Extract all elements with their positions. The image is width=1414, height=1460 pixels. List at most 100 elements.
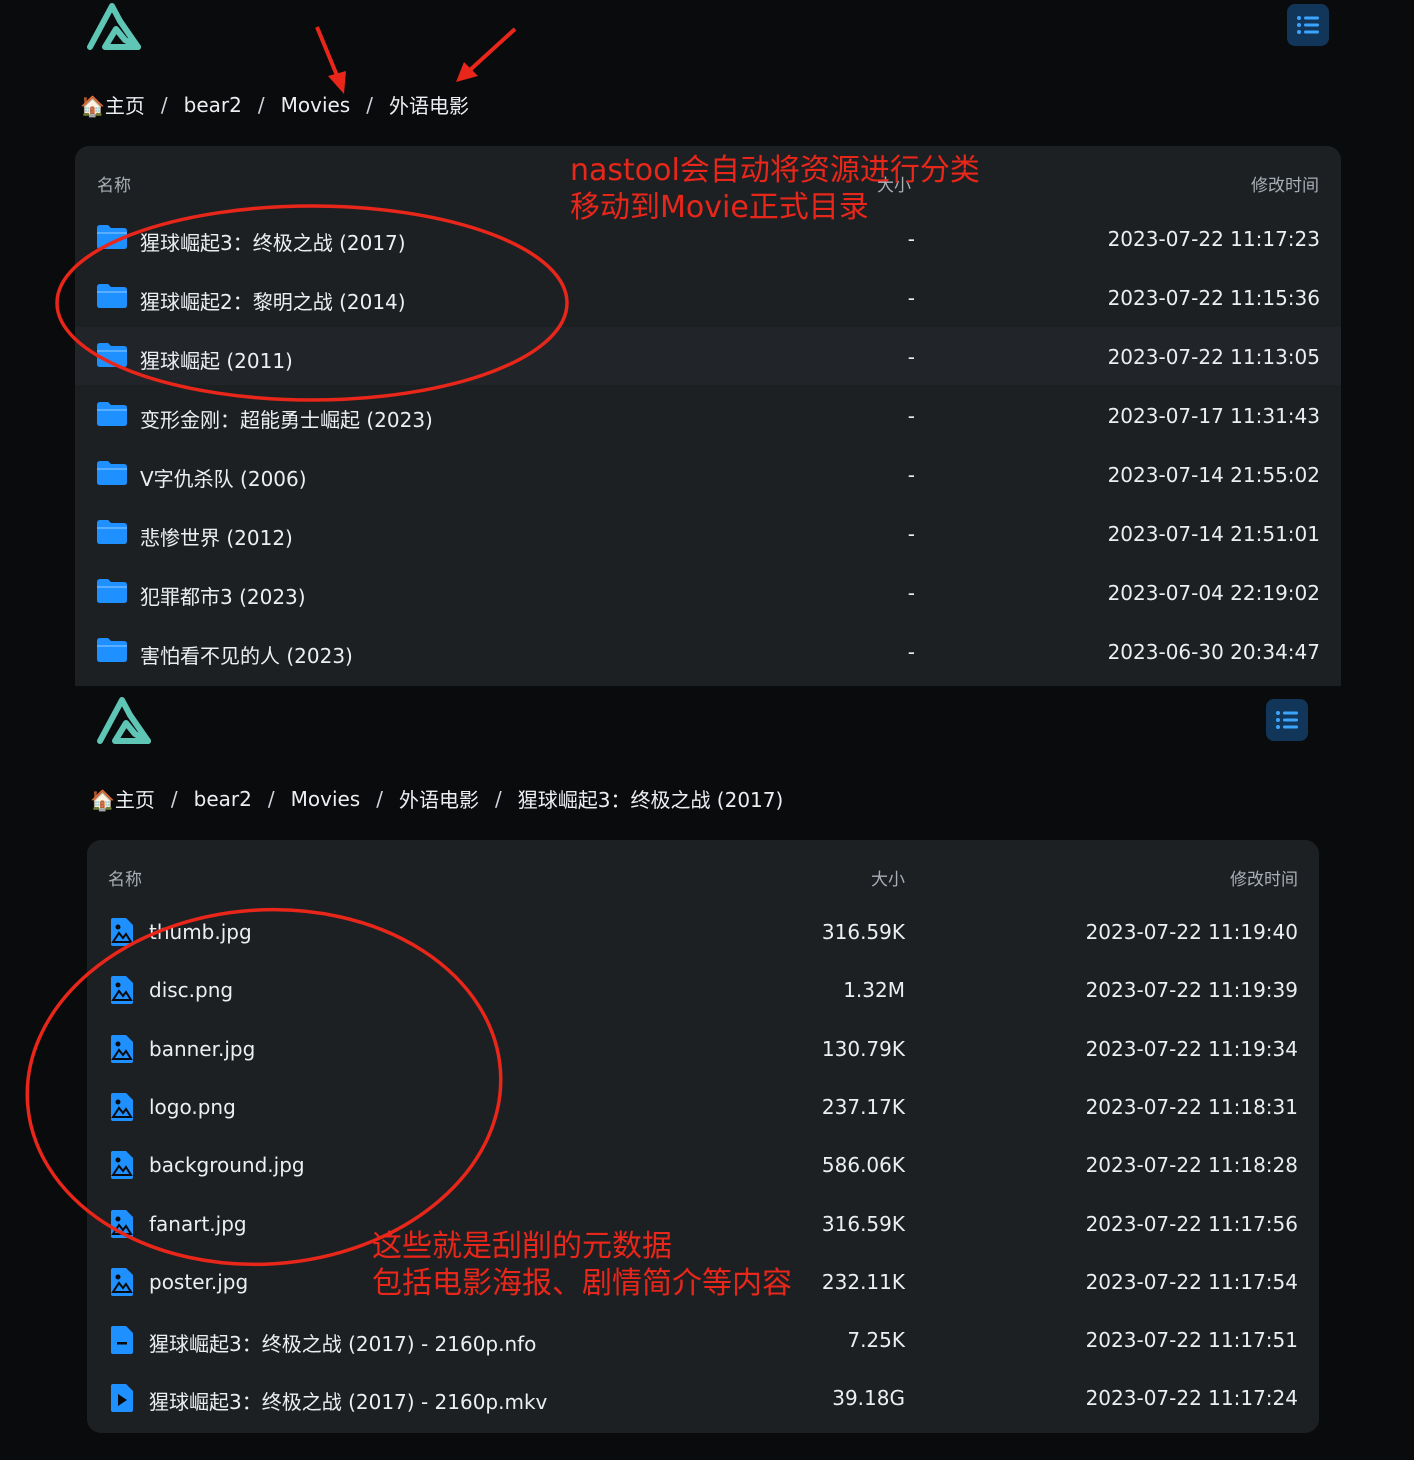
file-name[interactable]: 变形金刚：超能勇士崛起 (2023) — [140, 404, 433, 433]
modified-time: 2023-07-14 21:55:02 — [1107, 463, 1320, 487]
table-row[interactable]: background.jpg 586.06K 2023-07-22 11:18:28 — [87, 1135, 1319, 1193]
table-row[interactable]: 害怕看不见的人 (2023) - 2023-06-30 20:34:47 — [75, 622, 1341, 680]
breadcrumb-bear2[interactable]: bear2 — [194, 787, 252, 811]
image-file-icon — [109, 1034, 135, 1068]
table-row[interactable]: 悲惨世界 (2012) - 2023-07-14 21:51:01 — [75, 504, 1341, 562]
modified-time: 2023-07-22 11:17:24 — [1085, 1386, 1298, 1411]
breadcrumb-current-folder[interactable]: 猩球崛起3：终极之战 (2017) — [518, 784, 784, 813]
file-size: - — [907, 227, 915, 251]
file-name[interactable]: thumb.jpg — [149, 920, 252, 944]
breadcrumb-foreign-movies[interactable]: 外语电影 — [399, 784, 479, 813]
modified-time: 2023-07-22 11:17:23 — [1107, 227, 1320, 251]
modified-time: 2023-07-17 11:31:43 — [1107, 404, 1320, 428]
column-header-name[interactable]: 名称 — [97, 171, 131, 196]
file-name[interactable]: background.jpg — [149, 1153, 305, 1177]
table-row[interactable]: 犯罪都市3 (2023) - 2023-07-04 22:19:02 — [75, 563, 1341, 621]
file-size: 232.11K — [821, 1269, 905, 1294]
file-size: 39.18G — [832, 1386, 905, 1411]
folder-icon — [96, 519, 128, 549]
table-row[interactable]: 猩球崛起2：黎明之战 (2014) - 2023-07-22 11:15:36 — [75, 268, 1341, 326]
file-name[interactable]: 猩球崛起3：终极之战 (2017) - 2160p.nfo — [149, 1328, 536, 1357]
file-name[interactable]: banner.jpg — [149, 1037, 255, 1061]
menu-button[interactable] — [1287, 4, 1329, 46]
folder-icon — [96, 460, 128, 490]
breadcrumb-separator: / — [494, 786, 502, 811]
video-file-icon — [109, 1383, 135, 1417]
breadcrumb: 🏠主页 / bear2 / Movies / 外语电影 / 猩球崛起3：终极之战… — [90, 784, 783, 813]
modified-time: 2023-07-22 11:17:56 — [1085, 1211, 1298, 1236]
file-size: 316.59K — [821, 920, 905, 944]
modified-time: 2023-07-22 11:15:36 — [1107, 286, 1320, 310]
table-row[interactable]: 猩球崛起3：终极之战 (2017) - 2160p.mkv 39.18G 2023-… — [87, 1368, 1319, 1426]
column-header-modified[interactable]: 修改时间 — [1230, 865, 1298, 890]
file-size: - — [907, 345, 915, 369]
breadcrumb-separator: / — [376, 786, 383, 811]
app-logo[interactable] — [96, 694, 154, 748]
breadcrumb-separator: / — [267, 786, 275, 811]
file-size: 316.59K — [821, 1211, 905, 1236]
file-name[interactable]: 害怕看不见的人 (2023) — [140, 640, 353, 669]
modified-time: 2023-07-22 11:13:05 — [1107, 345, 1320, 369]
file-size: 237.17K — [821, 1094, 905, 1119]
file-name[interactable]: 猩球崛起2：黎明之战 (2014) — [140, 286, 406, 315]
file-name[interactable]: fanart.jpg — [149, 1212, 247, 1236]
file-size: - — [907, 463, 915, 487]
breadcrumb-bear2[interactable]: bear2 — [184, 93, 242, 117]
breadcrumb-foreign-movies[interactable]: 外语电影 — [389, 90, 469, 119]
modified-time: 2023-07-22 11:17:54 — [1085, 1269, 1298, 1294]
file-size: - — [907, 404, 915, 428]
image-file-icon — [109, 975, 135, 1009]
file-name[interactable]: 猩球崛起3：终极之战 (2017) - 2160p.mkv — [149, 1386, 547, 1415]
file-size: 1.32M — [843, 978, 905, 1003]
image-file-icon — [109, 917, 135, 951]
menu-button[interactable] — [1266, 699, 1308, 741]
image-file-icon — [109, 1150, 135, 1184]
file-size: - — [907, 640, 915, 664]
file-name[interactable]: poster.jpg — [149, 1270, 248, 1294]
list-icon — [1276, 711, 1298, 729]
table-row[interactable]: 变形金刚：超能勇士崛起 (2023) - 2023-07-17 11:31:43 — [75, 386, 1341, 444]
file-name[interactable]: disc.png — [149, 978, 233, 1002]
file-name[interactable]: 悲惨世界 (2012) — [140, 522, 293, 551]
table-row[interactable]: thumb.jpg 316.59K 2023-07-22 11:19:40 — [87, 902, 1319, 960]
annotation-text-top: nastool会自动将资源进行分类 移动到Movie正式目录 — [570, 153, 980, 225]
table-row[interactable]: disc.png 1.32M 2023-07-22 11:19:39 — [87, 960, 1319, 1018]
file-name[interactable]: 猩球崛起 (2011) — [140, 345, 293, 374]
file-size: 586.06K — [821, 1153, 905, 1178]
table-row[interactable]: 猩球崛起3：终极之战 (2017) - 2160p.nfo 7.25K 2023-0… — [87, 1310, 1319, 1368]
modified-time: 2023-07-22 11:19:40 — [1085, 920, 1298, 944]
file-list-card: 名称 大小 修改时间 thumb.jpg 316.59K 2023-07-22 11… — [87, 840, 1319, 1433]
image-file-icon — [109, 1092, 135, 1126]
table-row[interactable]: 猩球崛起 (2011) - 2023-07-22 11:13:05 — [75, 327, 1341, 385]
modified-time: 2023-07-22 11:19:34 — [1085, 1036, 1298, 1061]
breadcrumb-separator: / — [160, 92, 168, 117]
table-row[interactable]: logo.png 237.17K 2023-07-22 11:18:31 — [87, 1077, 1319, 1135]
file-name[interactable]: V字仇杀队 (2006) — [140, 463, 307, 492]
folder-icon — [96, 224, 128, 254]
top-panel: 🏠主页 / bear2 / Movies / 外语电影 名称 大小 修改时间 猩… — [0, 0, 1414, 686]
breadcrumb-movies[interactable]: Movies — [291, 787, 361, 811]
column-header-modified[interactable]: 修改时间 — [1251, 171, 1319, 196]
file-size: 130.79K — [821, 1036, 905, 1061]
file-name[interactable]: 猩球崛起3：终极之战 (2017) — [140, 227, 406, 256]
column-header-name[interactable]: 名称 — [108, 865, 142, 890]
file-name[interactable]: 犯罪都市3 (2023) — [140, 581, 306, 610]
file-size: 7.25K — [847, 1328, 905, 1353]
table-row[interactable]: V字仇杀队 (2006) - 2023-07-14 21:55:02 — [75, 445, 1341, 503]
app-logo[interactable] — [86, 0, 144, 54]
breadcrumb-movies[interactable]: Movies — [281, 93, 351, 117]
list-icon — [1297, 16, 1319, 34]
modified-time: 2023-07-14 21:51:01 — [1107, 522, 1320, 546]
file-name[interactable]: logo.png — [149, 1095, 236, 1119]
folder-icon — [96, 283, 128, 313]
folder-icon — [96, 342, 128, 372]
breadcrumb-home[interactable]: 🏠主页 — [80, 90, 145, 119]
column-header-size[interactable]: 大小 — [871, 865, 905, 890]
bottom-panel: 🏠主页 / bear2 / Movies / 外语电影 / 猩球崛起3：终极之战… — [0, 686, 1414, 1460]
modified-time: 2023-07-04 22:19:02 — [1107, 581, 1320, 605]
breadcrumb-home[interactable]: 🏠主页 — [90, 784, 155, 813]
modified-time: 2023-06-30 20:34:47 — [1107, 640, 1320, 664]
annotation-text-bottom: 这些就是刮削的元数据 包括电影海报、剧情简介等内容 — [372, 1229, 792, 1301]
image-file-icon — [109, 1209, 135, 1243]
table-row[interactable]: banner.jpg 130.79K 2023-07-22 11:19:34 — [87, 1019, 1319, 1077]
